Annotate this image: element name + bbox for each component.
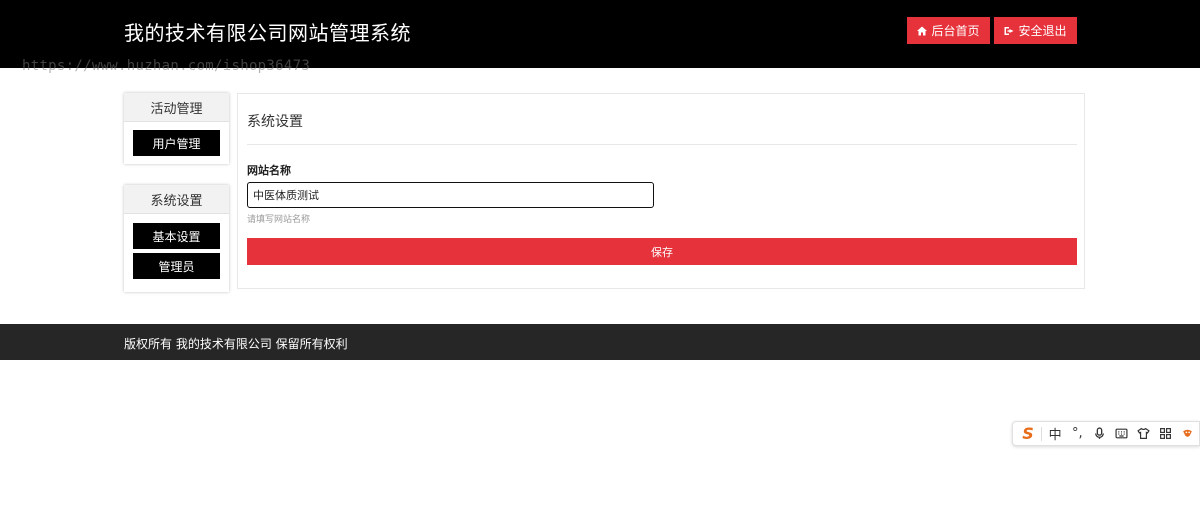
footer-copyright: 版权所有 我的技术有限公司 保留所有权利 [124, 337, 348, 351]
ime-separator [1041, 426, 1043, 441]
settings-panel: 系统设置 网站名称 请填写网站名称 保存 [237, 93, 1085, 289]
site-title: 我的技术有限公司网站管理系统 [124, 21, 411, 45]
home-icon [917, 26, 928, 35]
sidebar-item-user-management[interactable]: 用户管理 [133, 130, 220, 156]
skin-shirt-icon[interactable] [1133, 422, 1155, 446]
logout-button[interactable]: 安全退出 [994, 17, 1077, 44]
home-button-label: 后台首页 [931, 24, 980, 38]
save-button[interactable]: 保存 [247, 238, 1077, 265]
site-name-label: 网站名称 [247, 164, 291, 177]
top-header: 我的技术有限公司网站管理系统 后台首页 安全退出 [0, 0, 1200, 68]
site-name-help: 请填写网站名称 [247, 215, 311, 225]
footer: 版权所有 我的技术有限公司 保留所有权利 [0, 324, 1200, 360]
sidebar-group-title: 系统设置 [124, 185, 229, 214]
keyboard-icon[interactable] [1110, 422, 1132, 446]
home-button[interactable]: 后台首页 [907, 17, 990, 44]
panel-divider [247, 144, 1077, 145]
sidebar-group-title: 活动管理 [124, 93, 229, 122]
ime-mascot-icon[interactable] [1177, 422, 1199, 446]
site-name-input[interactable] [247, 182, 654, 208]
ime-punctuation-toggle[interactable]: °, [1066, 422, 1088, 446]
panel-title: 系统设置 [247, 114, 303, 130]
ime-mode-toggle[interactable]: 中 [1044, 422, 1066, 446]
logout-icon [1004, 26, 1014, 35]
sidebar-group-system: 系统设置 基本设置 管理员 [124, 185, 229, 292]
ime-toolbar: S 中 °, [1012, 421, 1200, 446]
toolbox-grid-icon[interactable] [1155, 422, 1177, 446]
sidebar-item-basic-settings[interactable]: 基本设置 [133, 223, 220, 249]
sidebar-item-admins[interactable]: 管理员 [133, 253, 220, 279]
logout-button-label: 安全退出 [1018, 24, 1067, 38]
sidebar-group-activity: 活动管理 用户管理 [124, 93, 229, 164]
ime-logo-icon[interactable]: S [1017, 422, 1039, 446]
microphone-icon[interactable] [1088, 422, 1110, 446]
